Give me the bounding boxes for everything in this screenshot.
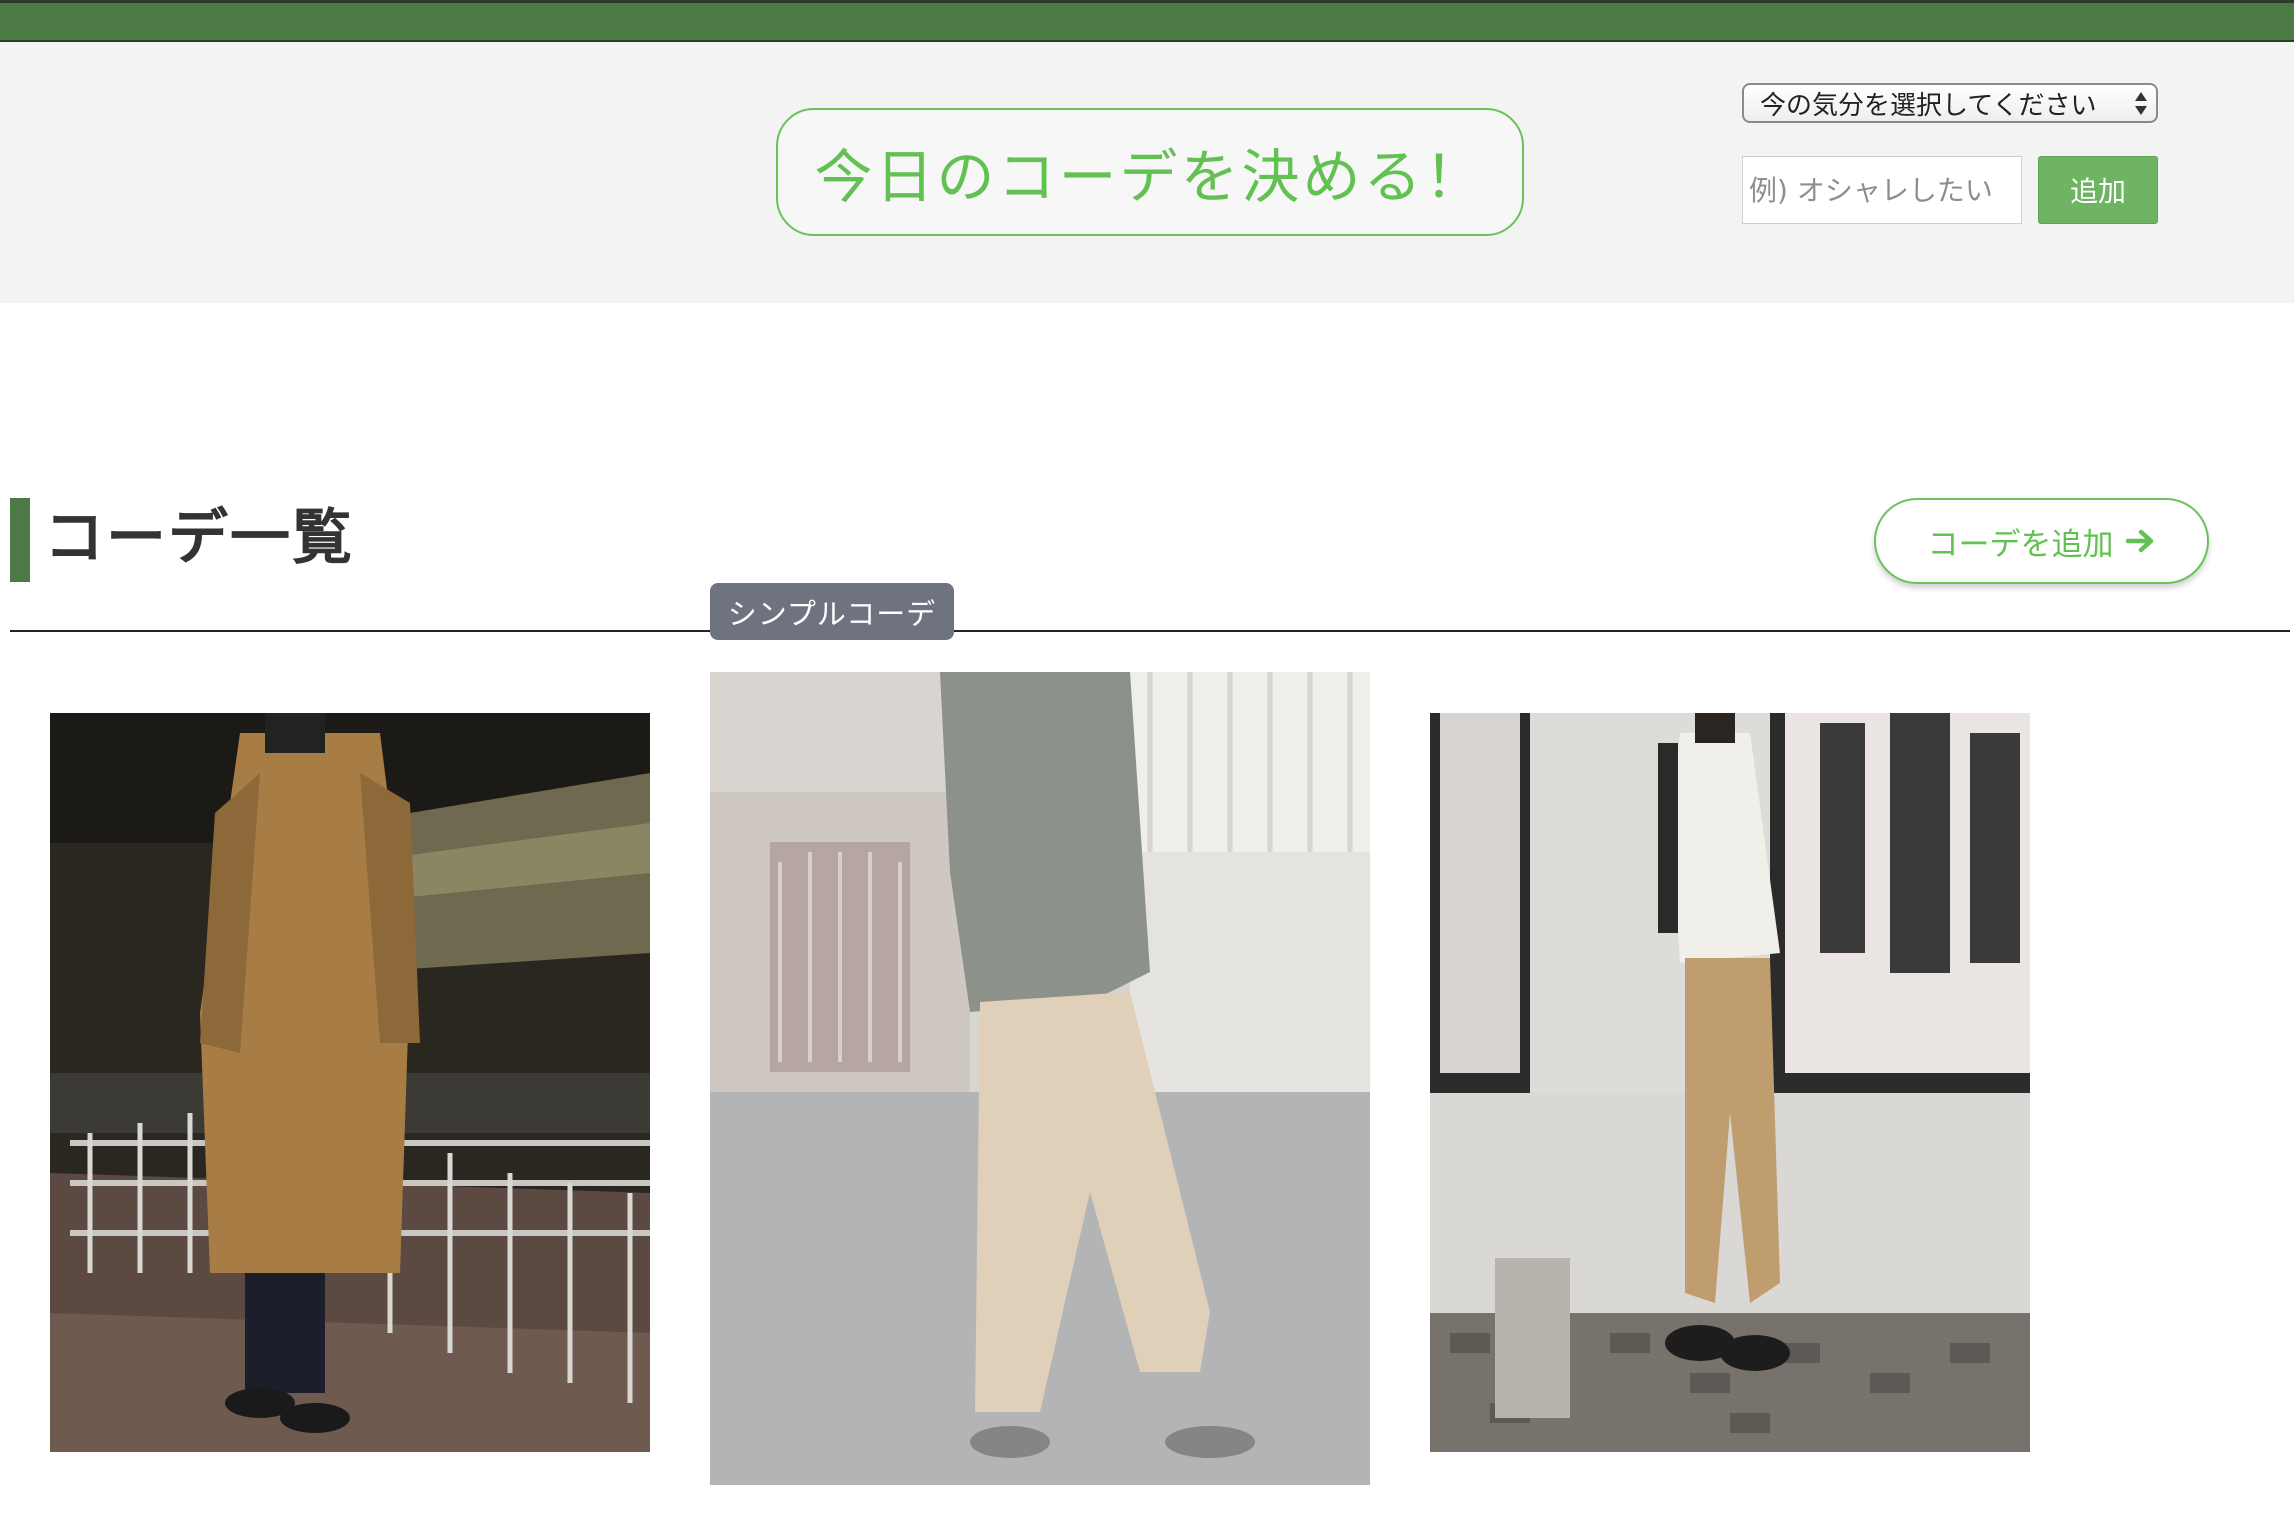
top-navbar (0, 0, 2294, 42)
sort-arrows-icon (2134, 89, 2148, 119)
mood-select-value: 今の気分を選択してください (1760, 90, 2097, 121)
outfit-card-image[interactable] (710, 672, 1370, 1485)
outfit-card-image[interactable] (50, 713, 650, 1452)
add-coordinate-button[interactable]: コーデを追加 (1874, 498, 2209, 584)
arrow-right-icon (2125, 529, 2153, 553)
add-coordinate-label: コーデを追加 (1927, 526, 2114, 563)
card-tooltip: シンプルコーデ (710, 583, 954, 640)
mood-input[interactable] (1742, 156, 2022, 224)
decide-outfit-button[interactable]: 今日のコーデを決める！ (776, 108, 1524, 236)
add-mood-button[interactable]: 追加 (2038, 156, 2158, 224)
outfit-card-image[interactable] (1430, 713, 2030, 1452)
mood-select[interactable]: 今の気分を選択してください (1742, 83, 2158, 123)
section-divider (10, 630, 2290, 632)
section-accent-bar (10, 498, 30, 582)
outfit-photo (710, 672, 1370, 1485)
section-title: コーデ一覧 (44, 503, 354, 573)
outfit-photo (1430, 713, 2030, 1452)
outfit-photo (50, 713, 650, 1452)
